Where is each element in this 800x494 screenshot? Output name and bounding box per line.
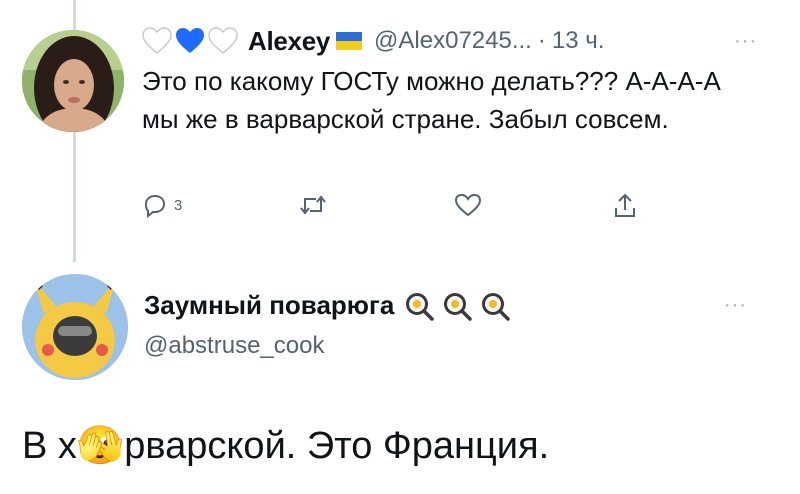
author-handle[interactable]: @abstruse_cook [144,332,324,360]
white-heart-icon [142,27,172,54]
heart-emoji-group [142,27,238,55]
tweet-actions: 3 [142,192,662,224]
frying-pan-egg-icon [482,292,511,321]
reply-button[interactable]: 3 [142,192,182,218]
more-options-icon[interactable]: ··· [734,30,757,53]
tweet-reply[interactable]: Заумный поварюга @abstruse_cook ··· В х🫣… [0,262,800,494]
tweet-text: Это по какому ГОСТу можно делать??? А-А-… [142,66,721,134]
retweet-button[interactable] [298,192,328,218]
reply-count: 3 [174,196,183,214]
author-name[interactable]: Заумный поварюга [144,290,394,321]
tweet-parent[interactable]: Alexey @Alex07245... · 13 ч. ··· Это по … [0,0,800,262]
tweet-header: Заумный поварюга [144,290,511,321]
reply-icon [144,194,166,218]
ukraine-flag-icon [336,32,363,50]
more-options-icon[interactable]: ··· [724,294,747,317]
timestamp[interactable]: 13 ч. [552,27,605,55]
name-emoji-group [404,291,511,321]
avatar[interactable] [22,274,128,380]
share-icon [615,193,635,217]
like-icon [454,193,482,217]
frying-pan-egg-icon [444,292,473,321]
author-handle[interactable]: @Alex07245... [374,27,532,55]
retweet-icon [300,195,326,215]
avatar[interactable] [22,30,124,132]
white-heart-icon [208,27,238,54]
tweet-text: В х🫣рварской. Это Франция. [22,425,550,467]
separator-dot: · [537,27,546,54]
tweet-header: Alexey @Alex07245... · 13 ч. [142,22,604,60]
like-button[interactable] [454,192,482,218]
blue-heart-icon [176,28,204,53]
share-button[interactable] [612,192,638,220]
frying-pan-egg-icon [406,292,435,321]
author-name[interactable]: Alexey [248,26,330,57]
